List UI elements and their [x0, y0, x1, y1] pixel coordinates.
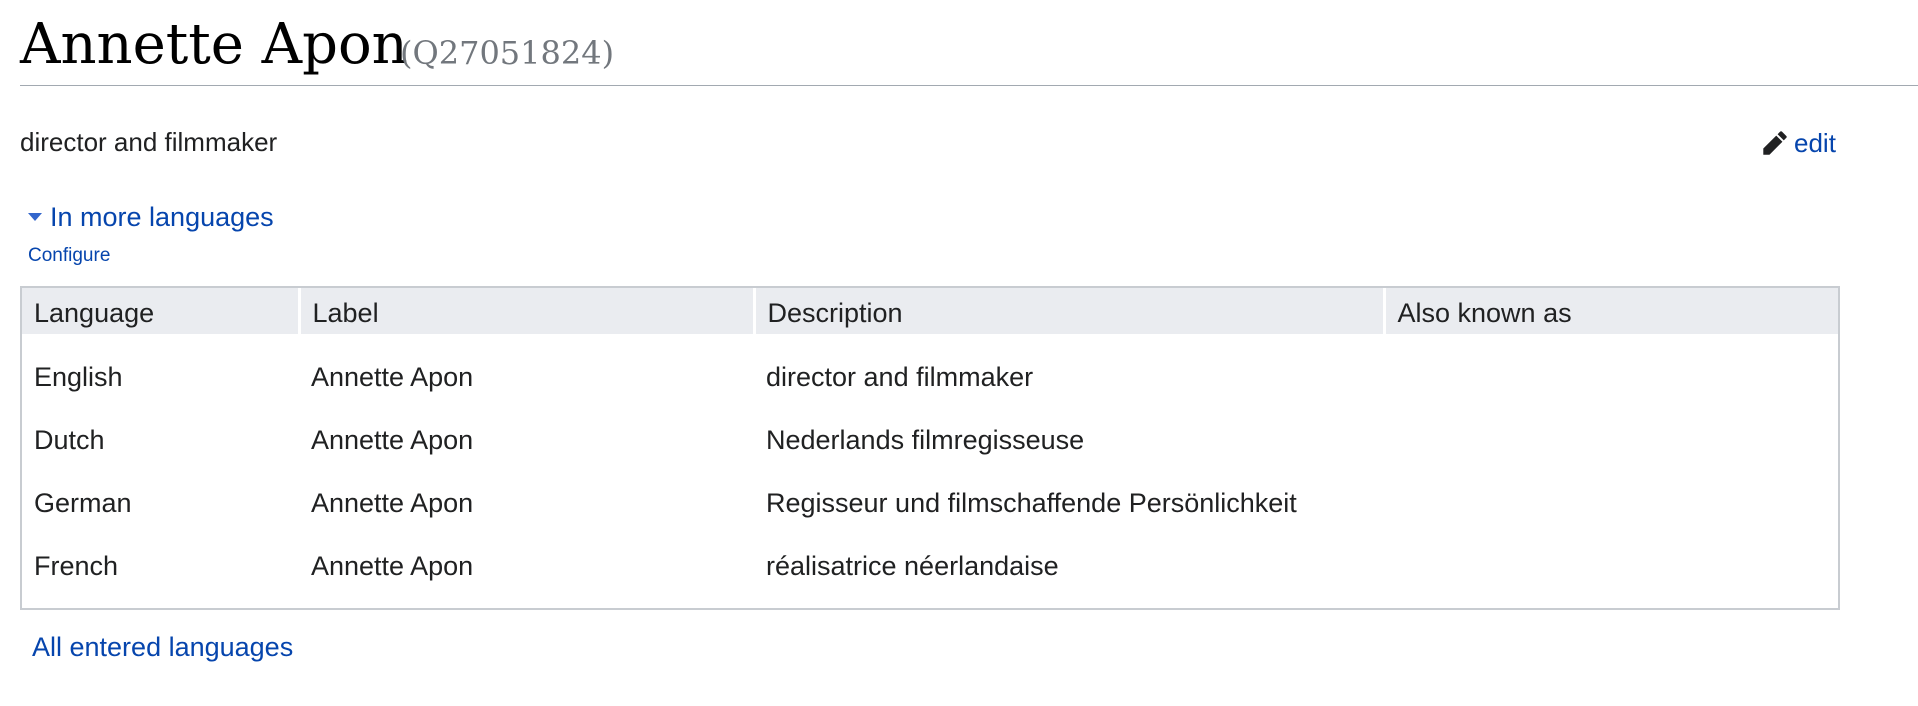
description-cell: réalisatrice néerlandaise	[766, 550, 1059, 581]
configure-link[interactable]: Configure	[28, 244, 110, 268]
column-header-aliases: Also known as	[1384, 288, 1838, 334]
aliases-cell	[1384, 471, 1838, 534]
description-cell: director and filmmaker	[766, 362, 1034, 392]
edit-button[interactable]: edit	[1762, 126, 1836, 160]
aliases-cell	[1384, 408, 1838, 471]
language-cell: German	[34, 487, 132, 518]
pencil-icon	[1762, 129, 1788, 157]
table-header-row: Language Label Description Also known as	[22, 288, 1838, 334]
all-entered-languages-link[interactable]: All entered languages	[32, 630, 293, 664]
table-row: English Annette Apon director and filmma…	[22, 334, 1838, 408]
label-cell: Annette Apon	[311, 362, 474, 392]
language-cell: Dutch	[34, 424, 105, 455]
label-cell: Annette Apon	[311, 550, 474, 581]
language-cell: French	[34, 550, 119, 581]
in-more-languages-toggle[interactable]: In more languages	[28, 200, 274, 234]
column-header-label: Label	[299, 288, 756, 334]
table-row: German Annette Apon Regisseur und filmsc…	[22, 471, 1838, 534]
label-cell: Annette Apon	[311, 424, 474, 455]
description-cell: Regisseur und filmschaffende Persönlichk…	[766, 487, 1297, 518]
entity-description: director and filmmaker	[20, 127, 278, 157]
description-cell: Nederlands filmregisseuse	[766, 424, 1085, 455]
entity-id: (Q27051824)	[400, 34, 615, 72]
table-row: French Annette Apon réalisatrice néerlan…	[22, 534, 1838, 597]
label-cell: Annette Apon	[311, 487, 474, 518]
triangle-down-icon	[28, 212, 42, 222]
aliases-cell	[1384, 534, 1838, 597]
entity-label: Annette Apon	[20, 12, 408, 77]
column-header-description: Description	[754, 288, 1386, 334]
language-cell: English	[34, 362, 123, 392]
table-row: Dutch Annette Apon Nederlands filmregiss…	[22, 408, 1838, 471]
edit-label: edit	[1794, 128, 1836, 158]
languages-table: Language Label Description Also known as…	[22, 288, 1838, 597]
aliases-cell	[1384, 334, 1838, 408]
column-header-language: Language	[22, 288, 301, 334]
in-more-languages-label: In more languages	[50, 202, 274, 232]
page-heading: Annette Apon (Q27051824)	[20, 0, 1918, 86]
languages-table-container: Language Label Description Also known as…	[20, 286, 1840, 610]
